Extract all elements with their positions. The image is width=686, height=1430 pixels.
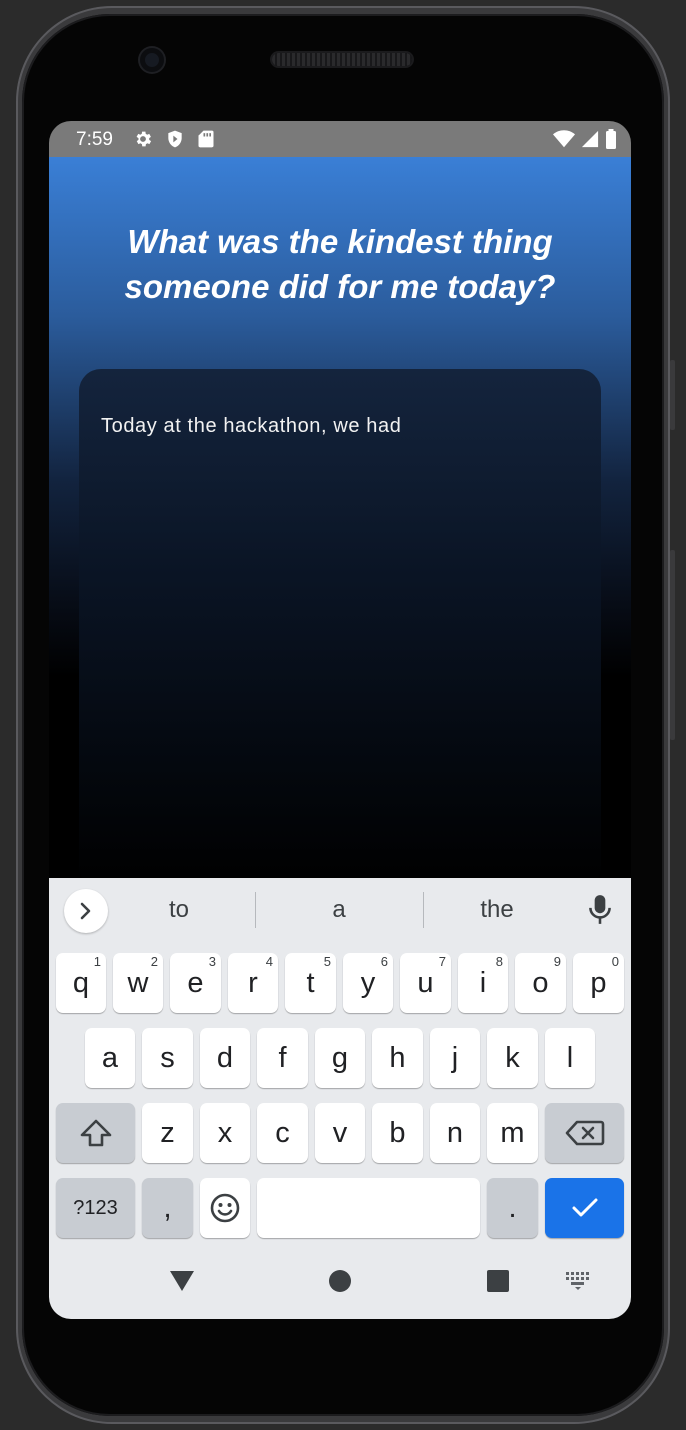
key-n[interactable]: n [430,1103,480,1163]
key-f[interactable]: f [257,1028,308,1088]
key-w[interactable]: w2 [113,953,163,1013]
keyboard-switch-icon[interactable] [566,1272,590,1295]
gear-icon [133,129,153,154]
mic-icon[interactable] [587,894,613,931]
backspace-icon [565,1120,604,1146]
shift-key[interactable] [56,1103,135,1163]
key-m[interactable]: m [487,1103,538,1163]
key-h[interactable]: h [372,1028,423,1088]
front-camera [140,48,164,72]
journal-entry-text[interactable]: Today at the hackathon, we had [101,415,401,438]
navigation-bar [49,1253,631,1319]
suggestion-strip: to a the [49,878,631,942]
backspace-key[interactable] [545,1103,624,1163]
key-p[interactable]: p0 [573,953,624,1013]
soft-keyboard: to a the q1 w2 e3 r4 t5 y6 u7 i8 o9 p0 a… [49,878,631,1319]
shield-icon [165,129,185,154]
key-l[interactable]: l [545,1028,595,1088]
wifi-icon [553,129,575,154]
journal-entry-input[interactable]: Today at the hackathon, we had [79,369,601,889]
recents-icon[interactable] [487,1270,509,1297]
suggestion-1[interactable]: to [129,896,229,924]
key-j[interactable]: j [430,1028,480,1088]
key-t[interactable]: t5 [285,953,336,1013]
volume-button [670,360,675,430]
battery-icon [605,129,617,154]
key-i[interactable]: i8 [458,953,508,1013]
key-c[interactable]: c [257,1103,308,1163]
chevron-right-icon [80,902,91,920]
emoji-key[interactable] [200,1178,250,1238]
key-r[interactable]: r4 [228,953,278,1013]
key-k[interactable]: k [487,1028,538,1088]
home-icon[interactable] [329,1270,351,1297]
key-s[interactable]: s [142,1028,193,1088]
key-a[interactable]: a [85,1028,135,1088]
screen: 7:59 What was the kindest thing someone … [49,121,631,1319]
signal-icon [581,129,599,154]
sd-card-icon [197,129,215,154]
comma-key[interactable]: , [142,1178,193,1238]
journal-app: What was the kindest thing someone did f… [49,157,631,889]
space-key[interactable] [257,1178,480,1238]
toolbar-expand-button[interactable] [64,889,108,933]
key-y[interactable]: y6 [343,953,393,1013]
earpiece-speaker [272,53,412,66]
key-x[interactable]: x [200,1103,250,1163]
period-key[interactable]: . [487,1178,538,1238]
back-icon[interactable] [169,1269,195,1298]
key-e[interactable]: e3 [170,953,221,1013]
suggestion-2[interactable]: a [289,896,389,924]
shift-icon [80,1119,111,1147]
suggestion-divider [255,892,256,928]
status-time: 7:59 [76,129,113,150]
key-z[interactable]: z [142,1103,193,1163]
key-o[interactable]: o9 [515,953,566,1013]
emoji-icon [210,1193,240,1223]
key-v[interactable]: v [315,1103,365,1163]
status-icons-left [133,129,215,154]
journal-prompt: What was the kindest thing someone did f… [124,223,556,305]
key-u[interactable]: u7 [400,953,451,1013]
suggestion-divider [423,892,424,928]
key-b[interactable]: b [372,1103,423,1163]
suggestion-3[interactable]: the [447,896,547,924]
status-icons-right [553,129,617,154]
checkmark-icon [572,1198,597,1217]
key-q[interactable]: q1 [56,953,106,1013]
status-bar: 7:59 [49,121,631,157]
key-d[interactable]: d [200,1028,250,1088]
done-key[interactable] [545,1178,624,1238]
key-g[interactable]: g [315,1028,365,1088]
power-button [670,550,675,740]
symbols-key[interactable]: ?123 [56,1178,135,1238]
